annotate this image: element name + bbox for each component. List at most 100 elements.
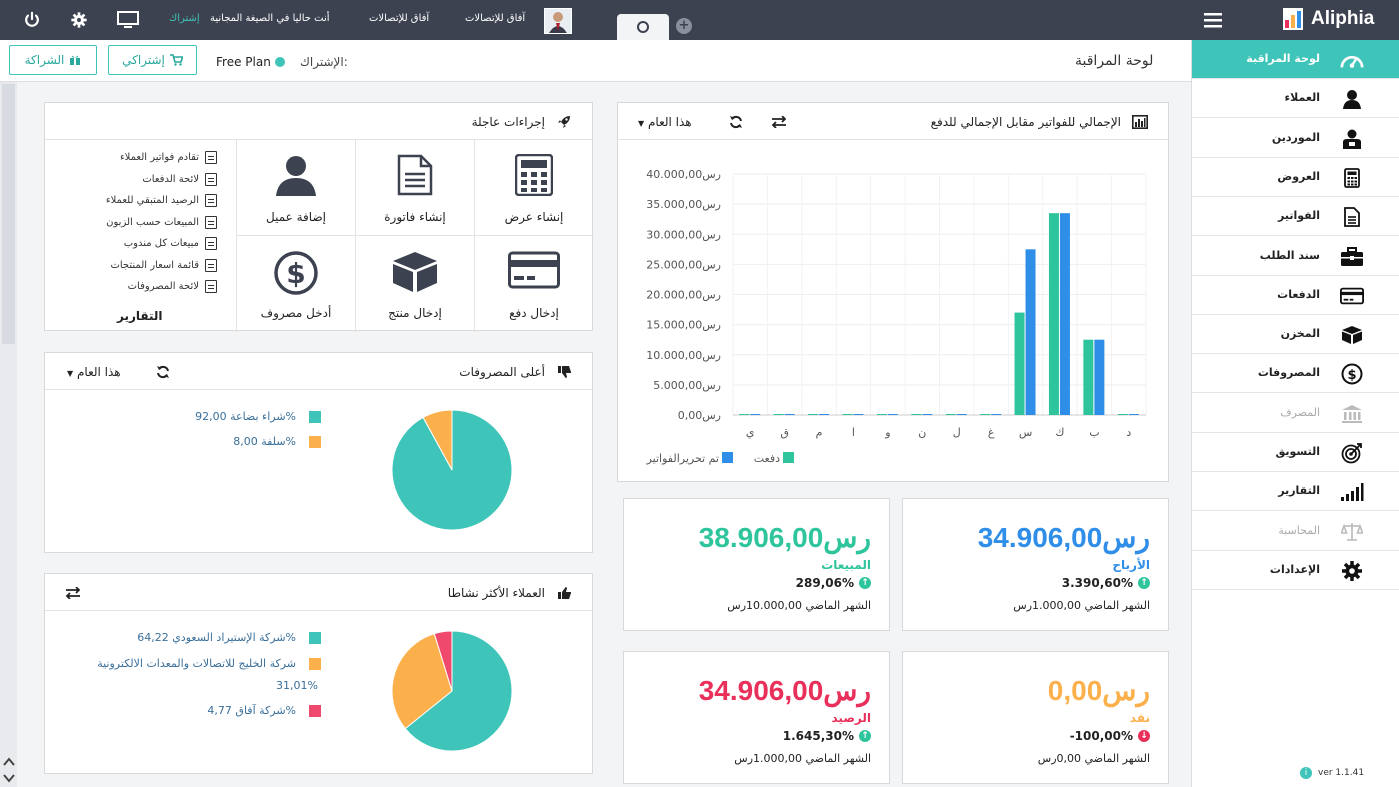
report-link[interactable]: المبيعات حسب الزبون — [106, 215, 217, 229]
sidebar-item-3[interactable]: العروض — [1192, 158, 1399, 197]
monitor-icon[interactable] — [117, 10, 139, 30]
subscriptions-button[interactable]: إشتراكي — [108, 45, 197, 75]
enter-expense-action[interactable]: $ أدخل مصروف — [236, 236, 355, 332]
stat-value: 38.906,00رس — [698, 522, 871, 553]
report-link[interactable]: لائحة المصروفات — [128, 280, 217, 293]
report-icon — [205, 237, 217, 250]
menu-icon[interactable] — [1203, 10, 1223, 30]
partnership-button-label: الشراكة — [24, 53, 65, 67]
company-name[interactable]: آفاق للإتصالات — [369, 13, 429, 24]
bar[interactable] — [750, 414, 761, 415]
bar[interactable] — [991, 414, 1002, 415]
y-tick-label: 10.000,00رس — [646, 349, 721, 362]
user-name[interactable]: آفاق للإتصالات — [465, 13, 525, 24]
bar[interactable] — [1048, 213, 1059, 415]
bar[interactable] — [808, 414, 819, 415]
bar[interactable] — [1128, 414, 1139, 415]
stat-change: 3.390,60% ↑ — [1062, 576, 1150, 590]
bar[interactable] — [784, 414, 795, 415]
app-name: Aliphia — [1311, 8, 1375, 29]
partnership-button[interactable]: الشراكة — [9, 45, 97, 75]
enter-product-action[interactable]: إدخال منتج — [355, 236, 474, 332]
bar[interactable] — [1025, 249, 1036, 415]
stat-percent: 3.390,60% — [1061, 576, 1133, 590]
stat-label: الرصيد — [831, 711, 871, 725]
x-tick-label: و — [884, 426, 890, 439]
invoices-vs-payments-panel: الإجمالي للفواتير مقابل الإجمالي للدفع ▼… — [617, 102, 1169, 482]
report-icon — [205, 151, 217, 164]
legend-swatch — [309, 411, 321, 423]
scroll-arrows[interactable] — [2, 755, 16, 785]
enter-payment-action[interactable]: إدخال دفع — [474, 236, 593, 332]
subscribe-link[interactable]: إشتراك — [169, 13, 200, 24]
sidebar-item-label: المصروفات — [1257, 366, 1320, 380]
bar[interactable] — [1117, 414, 1128, 415]
bar[interactable] — [853, 414, 864, 415]
power-icon[interactable] — [22, 10, 42, 30]
bar[interactable] — [773, 414, 784, 415]
create-invoice-action[interactable]: إنشاء فاتورة — [355, 140, 474, 236]
sidebar-item-2[interactable]: الموردين — [1192, 119, 1399, 158]
bar[interactable] — [980, 414, 991, 415]
legend-label: شركة الخليج للاتصالات والمعدات الالكترون… — [97, 657, 296, 670]
sidebar-item-1[interactable]: العملاء — [1192, 79, 1399, 119]
arrow-up-icon: ↑ — [1138, 577, 1150, 589]
svg-text:$: $ — [1347, 368, 1356, 383]
report-link[interactable]: قائمة اسعار المنتجات — [110, 258, 217, 272]
report-link[interactable]: الرصيد المتبقي للعملاء — [106, 194, 217, 207]
report-label: مبيعات كل مندوب — [123, 238, 199, 249]
refresh-icon[interactable] — [728, 114, 744, 130]
dollar-icon: $ — [1340, 362, 1364, 386]
bar[interactable] — [922, 414, 933, 415]
quick-actions-title: إجراءات عاجلة — [471, 115, 545, 129]
bar[interactable] — [876, 414, 887, 415]
bar[interactable] — [1094, 339, 1105, 415]
sidebar-item-9[interactable]: المصرف — [1192, 394, 1399, 433]
avatar[interactable] — [544, 8, 572, 34]
add-tab-button[interactable]: + — [676, 18, 692, 34]
sidebar-item-6[interactable]: الدفعات — [1192, 276, 1399, 315]
sidebar-item-7[interactable]: المخزن — [1192, 315, 1399, 355]
bar[interactable] — [887, 414, 898, 415]
sidebar-item-8[interactable]: $ المصروفات — [1192, 354, 1399, 394]
x-tick-label: غ — [988, 426, 995, 439]
sidebar-item-12[interactable]: المحاسبة — [1192, 512, 1399, 551]
period-dropdown[interactable]: ▼ هذا العام — [638, 115, 692, 129]
sidebar-item-13[interactable]: الإعدادات — [1192, 551, 1399, 590]
bar[interactable] — [842, 414, 853, 415]
version-label: ver 1.1.41 — [1318, 768, 1365, 778]
gear-icon[interactable] — [69, 10, 89, 30]
period-dropdown[interactable]: ▼ هذا العام — [67, 365, 121, 379]
report-link[interactable]: تقادم فواتير العملاء — [120, 151, 217, 164]
bar[interactable] — [911, 414, 922, 415]
y-tick-label: 5.000,00رس — [653, 379, 721, 392]
y-tick-label: 30.000,00رس — [646, 228, 721, 241]
active-tab[interactable] — [617, 14, 669, 40]
bar[interactable] — [739, 414, 750, 415]
x-tick-label: ي — [746, 426, 755, 439]
thumbs-down-icon — [556, 364, 572, 380]
bar[interactable] — [945, 414, 956, 415]
report-link[interactable]: لائحة الدفعات — [142, 172, 217, 186]
sidebar-item-5[interactable]: سند الطلب — [1192, 237, 1399, 276]
add-client-action[interactable]: إضافة عميل — [236, 140, 355, 236]
refresh-icon[interactable] — [155, 364, 171, 380]
bar[interactable] — [1059, 213, 1070, 415]
bar[interactable] — [1083, 339, 1094, 415]
expenses-pie-chart — [391, 409, 513, 531]
sidebar-item-11[interactable]: التقارير — [1192, 472, 1399, 512]
sidebar-item-10[interactable]: التسويق — [1192, 433, 1399, 472]
create-quote-action[interactable]: إنشاء عرض — [474, 140, 593, 236]
left-scroll-thumb[interactable] — [2, 84, 15, 344]
period-label: هذا العام — [76, 365, 121, 379]
bar[interactable] — [1014, 312, 1025, 415]
bar[interactable] — [956, 414, 967, 415]
report-link[interactable]: مبيعات كل مندوب — [124, 237, 217, 250]
swap-icon[interactable] — [65, 585, 81, 601]
sidebar-item-0[interactable]: لوحة المراقبة — [1192, 40, 1399, 79]
bar[interactable] — [819, 414, 830, 415]
swap-icon[interactable] — [771, 114, 787, 130]
reports-title: التقارير — [117, 309, 163, 323]
sidebar-item-4[interactable]: الفواتير — [1192, 197, 1399, 237]
arrow-up-icon: ↑ — [859, 730, 871, 742]
